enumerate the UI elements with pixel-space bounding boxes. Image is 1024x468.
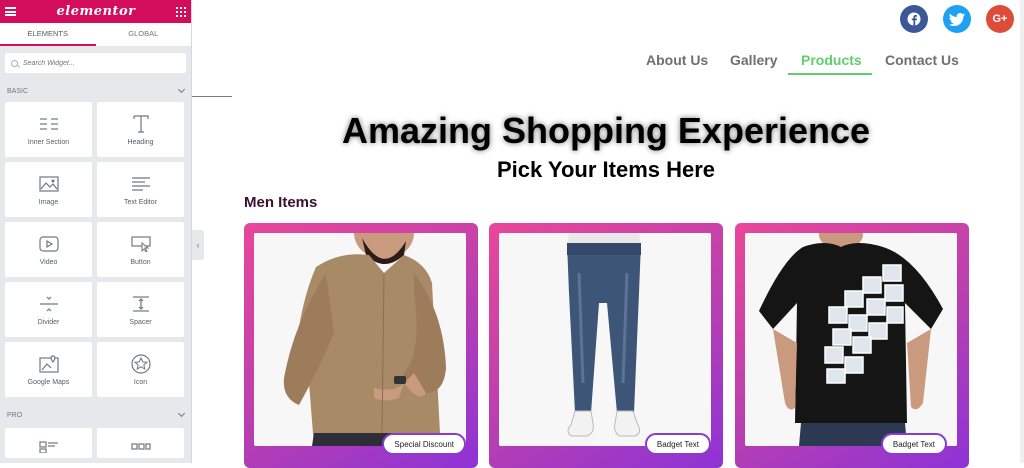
widget-inner-section[interactable]: Inner Section <box>5 102 92 157</box>
nav-gallery[interactable]: Gallery <box>730 52 777 76</box>
posts-icon <box>38 437 59 457</box>
widget-button[interactable]: Button <box>97 222 184 277</box>
pro-section-title: PRO <box>7 411 23 419</box>
nav-about-us[interactable]: About Us <box>646 52 708 76</box>
divider-icon <box>39 294 59 314</box>
menu-icon[interactable] <box>5 7 16 16</box>
widget-heading[interactable]: Heading <box>97 102 184 157</box>
badge: Badget Text <box>880 433 947 455</box>
facebook-icon[interactable] <box>900 5 928 33</box>
product-image-tshirt <box>745 233 957 446</box>
google-maps-icon <box>38 354 59 374</box>
apps-grid-icon[interactable] <box>175 6 186 17</box>
widget-label: Icon <box>133 378 148 386</box>
nav-active-underline <box>788 73 872 75</box>
chevron-down-icon <box>177 85 186 94</box>
panel-header: elementor <box>0 0 191 23</box>
image-icon <box>38 174 59 194</box>
widget-label: Text Editor <box>123 198 158 206</box>
panel-tabs: ELEMENTS GLOBAL <box>0 23 191 46</box>
elementor-panel: elementor ELEMENTS GLOBAL BASIC Inner Se… <box>0 0 192 463</box>
widget-icon[interactable]: Icon <box>97 342 184 397</box>
widget-image[interactable]: Image <box>5 162 92 217</box>
widget-pro-portfolio[interactable] <box>97 428 184 458</box>
portfolio-icon <box>130 437 151 457</box>
star-icon <box>130 353 151 374</box>
product-image-shirt <box>254 233 466 446</box>
page-scrollbar[interactable] <box>1020 0 1024 463</box>
product-card[interactable]: Special Discount <box>244 223 478 468</box>
badge: Badget Text <box>644 433 711 455</box>
google-plus-label: G+ <box>992 13 1008 25</box>
collapse-panel-handle[interactable]: ‹ <box>192 230 204 260</box>
widget-video[interactable]: Video <box>5 222 92 277</box>
search-widget-input[interactable] <box>23 59 173 67</box>
pro-widgets-grid <box>0 428 191 458</box>
pro-section-header[interactable]: PRO <box>0 405 191 425</box>
google-plus-icon[interactable]: G+ <box>986 5 1014 33</box>
tab-elements[interactable]: ELEMENTS <box>0 23 96 46</box>
chevron-down-icon <box>177 409 186 418</box>
widget-label: Button <box>130 258 151 266</box>
hero-subtitle: Pick Your Items Here <box>496 157 716 182</box>
widget-text-editor[interactable]: Text Editor <box>97 162 184 217</box>
hero-title: Amazing Shopping Experience <box>341 110 871 151</box>
tab-global[interactable]: GLOBAL <box>96 23 192 46</box>
widget-divider[interactable]: Divider <box>5 282 92 337</box>
widget-label: Spacer <box>129 318 152 326</box>
widget-label: Heading <box>127 138 154 146</box>
nav-contact-us[interactable]: Contact Us <box>885 52 959 76</box>
product-image-jeans <box>499 233 711 446</box>
basic-section-header[interactable]: BASIC <box>0 81 191 101</box>
widget-spacer[interactable]: Spacer <box>97 282 184 337</box>
widget-search <box>5 53 186 73</box>
product-card[interactable]: Badget Text <box>735 223 969 468</box>
widget-label: Inner Section <box>27 138 70 146</box>
text-editor-icon <box>131 174 151 194</box>
section-title: Men Items <box>244 194 318 211</box>
widget-label: Divider <box>37 318 60 326</box>
basic-section-title: BASIC <box>7 87 29 95</box>
inner-section-icon <box>39 114 59 134</box>
spacer-icon <box>131 294 151 314</box>
chevron-left-icon: ‹ <box>196 240 200 250</box>
basic-widgets-grid: Inner Section Heading Image Text Editor … <box>0 102 191 397</box>
divider-line <box>192 96 232 97</box>
badge: Special Discount <box>382 433 466 455</box>
heading-icon <box>132 114 149 134</box>
widget-label: Image <box>38 198 59 206</box>
widget-google-maps[interactable]: Google Maps <box>5 342 92 397</box>
widget-label: Video <box>39 258 58 266</box>
button-icon <box>130 234 151 254</box>
search-icon <box>11 59 18 67</box>
widget-pro-posts[interactable] <box>5 428 92 458</box>
twitter-icon[interactable] <box>943 5 971 33</box>
video-icon <box>38 234 59 254</box>
elementor-logo: elementor <box>56 4 136 19</box>
product-card[interactable]: Badget Text <box>489 223 723 468</box>
widget-label: Google Maps <box>27 378 70 386</box>
